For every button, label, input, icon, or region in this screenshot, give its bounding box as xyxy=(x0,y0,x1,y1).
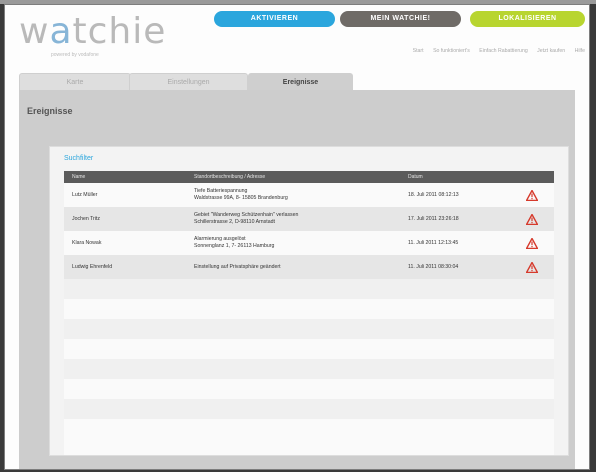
my-watchie-button[interactable]: MEIN WATCHIE! xyxy=(340,11,461,27)
warning-icon[interactable] xyxy=(526,214,538,225)
row-description: Alarmierung ausgelöst Sonnenglanz 1, 7- … xyxy=(194,236,274,250)
row-date: 18. Juli 2011 08:12:13 xyxy=(408,192,459,198)
row-name: Ludwig Ehrenfeld xyxy=(72,264,113,270)
top-links: Start So funktioniert's Einfach Rabattie… xyxy=(285,48,585,54)
events-panel: Ereignisse Suchfilter Name Standortbesch… xyxy=(19,90,575,469)
logo-text-post: tchie xyxy=(72,11,167,52)
row-name: Lutz Müller xyxy=(72,192,98,198)
table-row[interactable]: Jochen Tritz Gebiet "Wanderweg Schützenh… xyxy=(64,207,554,231)
row-date: 11. Juli 2011 08:30:04 xyxy=(408,264,459,270)
table-row[interactable]: Klara Nowak Alarmierung ausgelöst Sonnen… xyxy=(64,231,554,255)
top-link-start[interactable]: Start xyxy=(413,48,424,54)
row-description-line2: Sonnenglanz 1, 7- 26113 Hamburg xyxy=(194,243,275,249)
column-header-description[interactable]: Standortbeschreibung / Adresse xyxy=(194,171,265,183)
logo-tagline: powered by vodafone xyxy=(51,52,99,58)
row-description: Tiefe Batteriespannung Waldstrasse 99A, … xyxy=(194,188,288,202)
row-description-line1: Gebiet "Wanderweg Schützenhain" verlasse… xyxy=(194,212,299,218)
search-filter-link[interactable]: Suchfilter xyxy=(64,155,93,162)
empty-row xyxy=(64,359,554,379)
column-header-date[interactable]: Datum xyxy=(408,171,423,183)
table-header: Name Standortbeschreibung / Adresse Datu… xyxy=(64,171,554,183)
warning-icon[interactable] xyxy=(526,262,538,273)
row-description: Gebiet "Wanderweg Schützenhain" verlasse… xyxy=(194,212,298,226)
header: watchie powered by vodafone AKTIVIEREN M… xyxy=(5,5,589,65)
empty-row xyxy=(64,419,554,439)
empty-row xyxy=(64,319,554,339)
empty-row xyxy=(64,379,554,399)
page-title: Ereignisse xyxy=(27,106,73,116)
row-date: 11. Juli 2011 12:13:45 xyxy=(408,240,459,246)
events-container: Suchfilter Name Standortbeschreibung / A… xyxy=(49,146,569,456)
locate-button[interactable]: LOKALISIEREN xyxy=(470,11,585,27)
row-name: Jochen Tritz xyxy=(72,216,100,222)
top-link-discount[interactable]: Einfach Rabattierung xyxy=(479,48,527,54)
watchie-logo[interactable]: watchie xyxy=(19,11,166,52)
logo-text-dot: a xyxy=(49,11,73,52)
table-row[interactable]: Ludwig Ehrenfeld Einstellung auf Privats… xyxy=(64,255,554,279)
warning-icon[interactable] xyxy=(526,238,538,249)
empty-row xyxy=(64,339,554,359)
top-link-help[interactable]: Hilfe xyxy=(575,48,585,54)
table-row[interactable]: Lutz Müller Tiefe Batteriespannung Walds… xyxy=(64,183,554,207)
row-description: Einstellung auf Privatsphäre geändert xyxy=(194,264,281,271)
row-description-line1: Einstellung auf Privatsphäre geändert xyxy=(194,264,281,270)
top-link-buy[interactable]: Jetzt kaufen xyxy=(537,48,565,54)
row-name: Klara Nowak xyxy=(72,240,102,246)
logo-text-pre: w xyxy=(19,11,50,52)
row-description-line2: Schillerstrasse 2, D-98110 Arnstadt xyxy=(194,219,275,225)
empty-row xyxy=(64,299,554,319)
row-description-line1: Tiefe Batteriespannung xyxy=(194,188,248,194)
empty-row xyxy=(64,399,554,419)
column-header-name[interactable]: Name xyxy=(72,171,85,183)
activate-button[interactable]: AKTIVIEREN xyxy=(214,11,335,27)
warning-icon[interactable] xyxy=(526,190,538,201)
row-date: 17. Juli 2011 23:26:18 xyxy=(408,216,459,222)
app-window: watchie powered by vodafone AKTIVIEREN M… xyxy=(4,4,590,470)
row-description-line2: Waldstrasse 99A, 8- 15805 Brandenburg xyxy=(194,195,288,201)
top-link-how-it-works[interactable]: So funktioniert's xyxy=(433,48,470,54)
row-description-line1: Alarmierung ausgelöst xyxy=(194,236,246,242)
empty-row xyxy=(64,279,554,299)
events-table: Name Standortbeschreibung / Adresse Datu… xyxy=(64,171,554,455)
